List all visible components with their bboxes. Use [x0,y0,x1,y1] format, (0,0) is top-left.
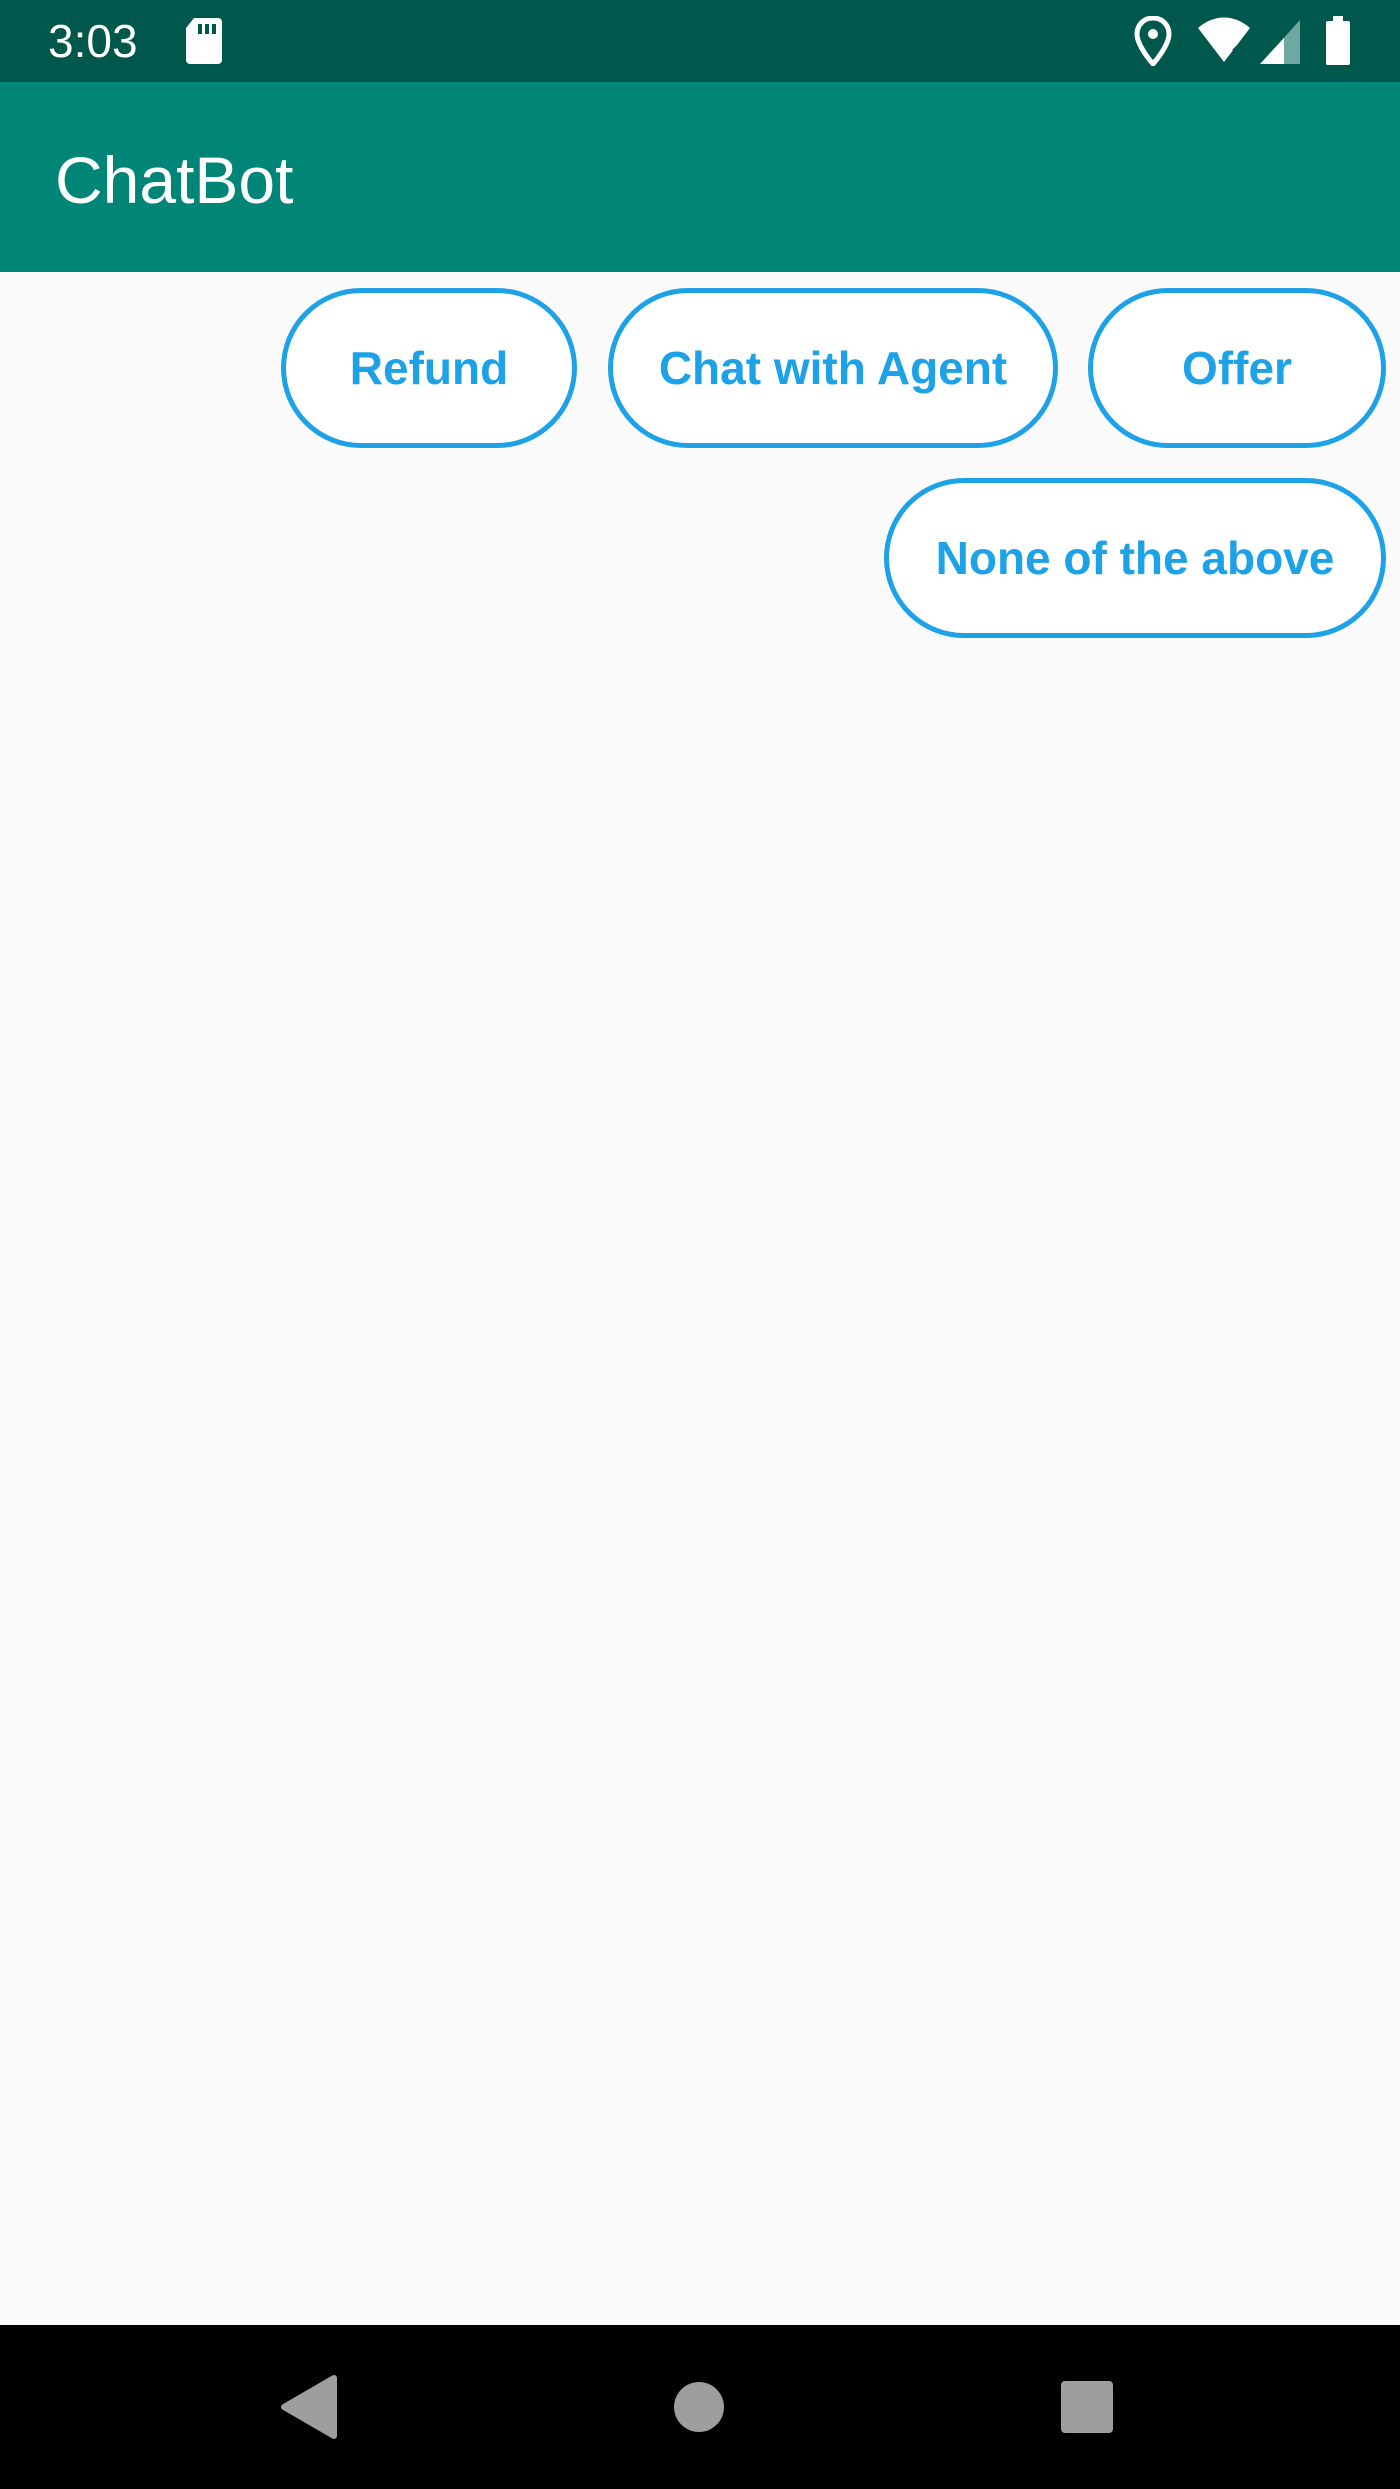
wifi-off-icon [1198,17,1250,62]
signal-icon [1260,20,1300,64]
battery-icon [1326,16,1350,65]
status-bar: 3:03 [0,0,1400,82]
app-bar: ChatBot [0,82,1400,272]
location-icon [1134,16,1172,66]
home-icon[interactable] [664,2372,734,2442]
navigation-bar [0,2325,1400,2489]
none-of-the-above-button[interactable]: None of the above [884,478,1386,638]
back-icon[interactable] [274,2372,344,2442]
sd-card-icon [186,18,222,64]
chat-area: Refund Chat with Agent Offer None of the… [0,272,1400,2325]
refund-button[interactable]: Refund [281,288,577,448]
chat-with-agent-button[interactable]: Chat with Agent [608,288,1058,448]
status-time: 3:03 [48,15,138,67]
recents-icon[interactable] [1052,2372,1122,2442]
app-title: ChatBot [55,143,294,217]
offer-button[interactable]: Offer [1088,288,1386,448]
